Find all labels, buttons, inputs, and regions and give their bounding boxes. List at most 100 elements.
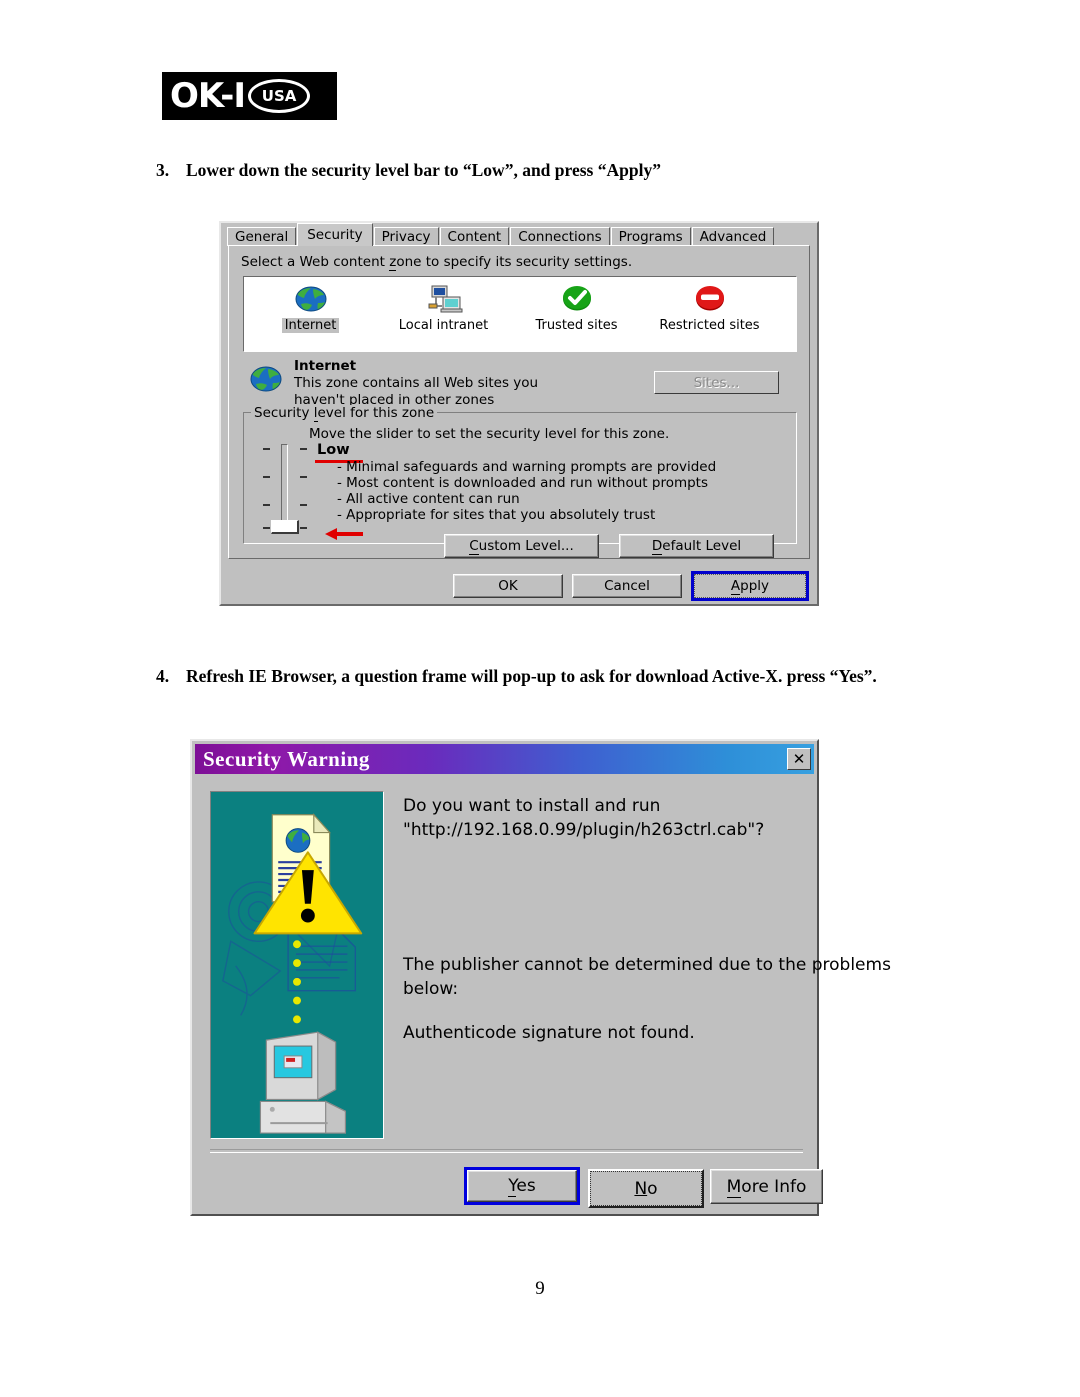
page-number: 9 bbox=[535, 1278, 545, 1299]
security-level-bullet-3: - All active content can run bbox=[337, 491, 520, 507]
zone-instruction-post: one to specify its security settings. bbox=[396, 254, 633, 270]
yes-button[interactable]: Yes bbox=[467, 1170, 577, 1202]
red-minus-icon bbox=[695, 286, 724, 311]
slider-hint-label: Move the slider to set the security leve… bbox=[309, 426, 670, 442]
tab-privacy-label: Privacy bbox=[381, 229, 431, 245]
security-tab-page: Select a Web content zone to specify its… bbox=[228, 245, 810, 559]
slider-tick-left-4 bbox=[263, 527, 270, 529]
activex-download-illustration-icon bbox=[211, 793, 383, 1137]
zone-instruction-label: Select a Web content zone to specify its… bbox=[241, 254, 633, 271]
tab-content-label: Content bbox=[447, 229, 502, 245]
zone-label-restricted-sites: Restricted sites bbox=[659, 318, 760, 333]
yes-rest: es bbox=[516, 1176, 536, 1196]
zone-label-local-intranet: Local intranet bbox=[398, 318, 489, 333]
security-level-name: Low bbox=[317, 442, 350, 458]
step-3-number: 3. bbox=[156, 160, 170, 180]
apply-accel: A bbox=[730, 578, 741, 595]
security-level-slider[interactable] bbox=[259, 444, 311, 536]
tab-security-label: Security bbox=[307, 227, 363, 243]
slider-tick-right-4 bbox=[300, 527, 307, 529]
internet-options-dialog: General Security Privacy Content Connect… bbox=[219, 221, 819, 606]
red-arrow-annotation-icon bbox=[325, 528, 363, 540]
security-level-groupbox-legend: Security level for this zone bbox=[251, 405, 438, 422]
tab-privacy[interactable]: Privacy bbox=[373, 227, 439, 246]
publisher-problem-line2: below: bbox=[403, 979, 459, 999]
zone-label-internet: Internet bbox=[281, 318, 340, 333]
logo-brand-text: OK-I bbox=[170, 76, 246, 116]
zone-item-local-intranet[interactable]: Local intranet bbox=[377, 282, 510, 333]
apply-button-focus-ring: Apply bbox=[691, 571, 809, 601]
company-logo: OK-I USA bbox=[162, 72, 337, 120]
logo-usa-text: USA bbox=[261, 86, 297, 105]
zone-item-restricted-sites[interactable]: Restricted sites bbox=[643, 282, 776, 333]
green-check-icon bbox=[562, 286, 591, 311]
ok-button[interactable]: OK bbox=[453, 574, 563, 598]
slider-tick-left-3 bbox=[263, 504, 270, 506]
publisher-problem-line1: The publisher cannot be determined due t… bbox=[403, 955, 891, 975]
default-level-accel: D bbox=[651, 538, 663, 555]
publisher-problem-detail: Authenticode signature not found. bbox=[403, 1023, 695, 1043]
apply-button[interactable]: Apply bbox=[694, 574, 806, 598]
computer-icon bbox=[259, 1031, 347, 1134]
no-accel: N bbox=[634, 1178, 648, 1199]
slider-tick-right-3 bbox=[300, 504, 307, 506]
custom-level-accel: C bbox=[469, 538, 479, 555]
tab-security[interactable]: Security bbox=[297, 223, 373, 246]
close-icon[interactable]: ✕ bbox=[787, 748, 811, 770]
step-4-text: Refresh IE Browser, a question frame wil… bbox=[186, 666, 877, 686]
legend-pre: Security bbox=[254, 405, 314, 421]
apply-rest: pply bbox=[740, 578, 770, 594]
zone-label-trusted-sites: Trusted sites bbox=[535, 318, 618, 333]
step-3-text: Lower down the security level bar to “Lo… bbox=[186, 160, 661, 180]
tab-connections-label: Connections bbox=[518, 229, 602, 245]
tab-connections[interactable]: Connections bbox=[510, 227, 610, 246]
no-rest: o bbox=[647, 1178, 658, 1199]
no-button[interactable]: No bbox=[588, 1169, 704, 1208]
default-level-button[interactable]: Default Level bbox=[619, 534, 774, 558]
security-warning-titlebar: Security Warning ✕ bbox=[195, 744, 814, 774]
no-button-focus-rect: No bbox=[590, 1171, 702, 1206]
install-question-line1: Do you want to install and run bbox=[403, 796, 661, 816]
current-zone-description-line1: This zone contains all Web sites you bbox=[294, 375, 539, 391]
cancel-button[interactable]: Cancel bbox=[572, 574, 682, 598]
network-computers-icon bbox=[428, 285, 462, 313]
more-info-rest: ore Info bbox=[741, 1176, 807, 1197]
security-level-bullet-2: - Most content is downloaded and run wit… bbox=[337, 475, 708, 491]
security-warning-title: Security Warning bbox=[203, 746, 370, 771]
tab-advanced-label: Advanced bbox=[699, 229, 767, 245]
tab-programs-label: Programs bbox=[618, 229, 683, 245]
step-3-heading: 3. Lower down the security level bar to “… bbox=[156, 160, 661, 181]
yes-button-default-ring: Yes bbox=[464, 1167, 580, 1205]
step-4-heading: 4. Refresh IE Browser, a question frame w… bbox=[156, 666, 877, 687]
slider-tick-left-2 bbox=[263, 476, 270, 478]
sites-button[interactable]: Sites... bbox=[654, 371, 779, 394]
web-content-zone-list[interactable]: Internet Local intranet Trusted sites Re… bbox=[243, 276, 797, 352]
current-zone-title: Internet bbox=[294, 358, 357, 374]
more-info-accel: M bbox=[726, 1176, 742, 1198]
security-warning-dialog: Security Warning ✕ Do you want to instal… bbox=[190, 739, 891, 1216]
custom-level-button[interactable]: Custom Level... bbox=[444, 534, 599, 558]
tab-general-label: General bbox=[235, 229, 289, 245]
zone-item-trusted-sites[interactable]: Trusted sites bbox=[510, 282, 643, 333]
custom-level-rest: ustom Level... bbox=[478, 538, 574, 554]
tab-strip: General Security Privacy Content Connect… bbox=[227, 223, 775, 246]
tab-advanced[interactable]: Advanced bbox=[691, 227, 775, 246]
slider-tick-right-1 bbox=[300, 448, 307, 450]
security-level-bullet-4: - Appropriate for sites that you absolut… bbox=[337, 507, 656, 523]
more-info-button[interactable]: More Info bbox=[710, 1169, 823, 1204]
security-warning-illustration bbox=[210, 791, 384, 1139]
step-4-number: 4. bbox=[156, 666, 170, 686]
tab-content[interactable]: Content bbox=[439, 227, 510, 246]
security-level-bullet-1: - Minimal safeguards and warning prompts… bbox=[337, 459, 717, 475]
current-zone-globe-icon bbox=[250, 366, 282, 392]
logo-usa-badge: USA bbox=[248, 79, 311, 113]
zone-item-internet[interactable]: Internet bbox=[244, 282, 377, 333]
default-level-rest: efault Level bbox=[662, 538, 742, 554]
tab-general[interactable]: General bbox=[227, 227, 297, 246]
install-question-url: "http://192.168.0.99/plugin/h263ctrl.cab… bbox=[403, 820, 765, 840]
button-separator bbox=[210, 1149, 803, 1153]
slider-thumb[interactable] bbox=[271, 520, 299, 534]
legend-post: evel for this zone bbox=[317, 405, 435, 421]
slider-tick-right-2 bbox=[300, 476, 307, 478]
tab-programs[interactable]: Programs bbox=[610, 227, 691, 246]
